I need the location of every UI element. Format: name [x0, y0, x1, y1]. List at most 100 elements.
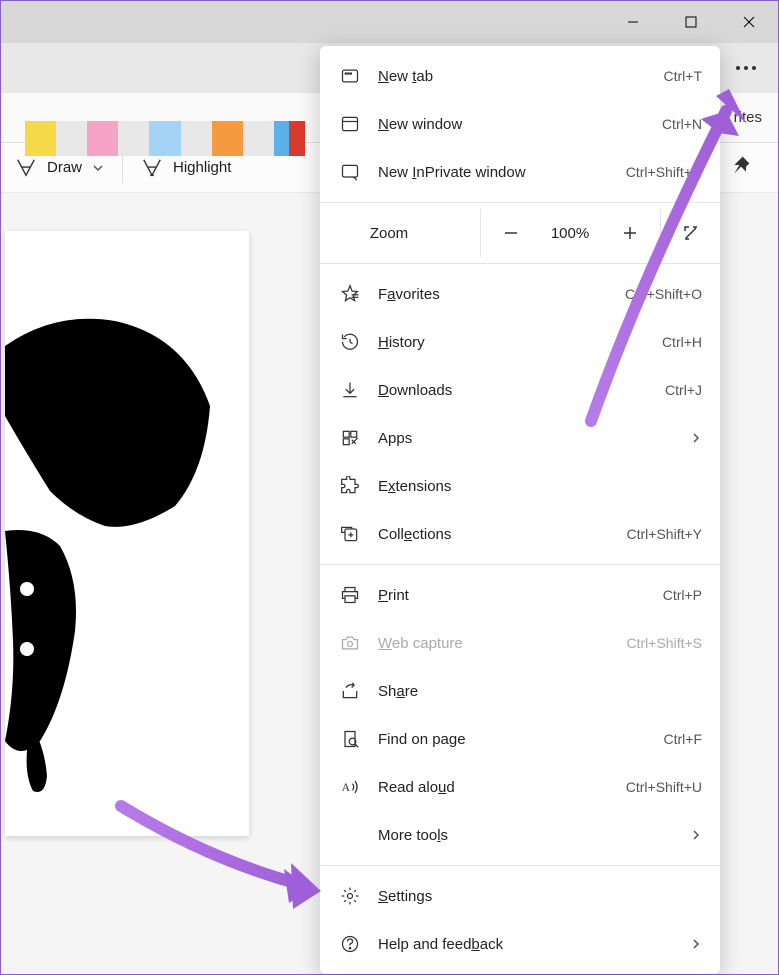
shortcut: Ctrl+Shift+S	[627, 635, 702, 651]
puzzle-icon	[338, 474, 362, 498]
new-tab-icon	[338, 64, 362, 88]
menu-collections[interactable]: Collections Ctrl+Shift+Y	[320, 510, 720, 558]
color-strip	[25, 121, 305, 156]
chevron-down-icon	[92, 162, 104, 174]
color-swatch	[181, 121, 212, 156]
shortcut: Ctrl+H	[662, 334, 702, 350]
menu-print[interactable]: Print Ctrl+P	[320, 571, 720, 619]
menu-more-tools[interactable]: More tools	[320, 811, 720, 859]
color-swatch	[274, 121, 290, 156]
menu-separator	[320, 865, 720, 866]
menu-read-aloud[interactable]: A Read aloud Ctrl+Shift+U	[320, 763, 720, 811]
svg-text:A: A	[342, 781, 351, 794]
apps-icon	[338, 426, 362, 450]
separator	[122, 153, 123, 183]
maximize-button[interactable]	[662, 1, 720, 43]
menu-find[interactable]: Find on page Ctrl+F	[320, 715, 720, 763]
download-icon	[338, 378, 362, 402]
shortcut: Ctrl+Shift+U	[626, 779, 702, 795]
fullscreen-button[interactable]	[660, 209, 720, 257]
favorites-text: rites	[734, 109, 762, 126]
menu-label: Downloads	[378, 382, 649, 399]
menu-label: New tab	[378, 68, 648, 85]
share-icon	[338, 679, 362, 703]
color-swatch	[25, 121, 56, 156]
menu-new-window[interactable]: New window Ctrl+N	[320, 100, 720, 148]
shortcut: Ctrl+T	[664, 68, 703, 84]
window-titlebar	[1, 1, 778, 43]
menu-share[interactable]: Share	[320, 667, 720, 715]
zoom-label: Zoom	[338, 225, 480, 242]
color-swatch	[289, 121, 305, 156]
menu-label: Favorites	[378, 286, 609, 303]
menu-separator	[320, 564, 720, 565]
menu-label: Collections	[378, 526, 611, 543]
menu-label: Apps	[378, 430, 674, 447]
color-swatch	[56, 121, 87, 156]
menu-new-inprivate[interactable]: New InPrivate window Ctrl+Shift+N	[320, 148, 720, 196]
shortcut: Ctrl+Shift+N	[626, 164, 702, 180]
help-icon	[338, 932, 362, 956]
butterfly-image	[5, 231, 249, 836]
window-icon	[338, 112, 362, 136]
document-page	[5, 231, 249, 836]
color-swatch	[87, 121, 118, 156]
zoom-value: 100%	[540, 225, 600, 242]
inprivate-icon	[338, 160, 362, 184]
menu-help[interactable]: Help and feedback	[320, 920, 720, 968]
menu-label: More tools	[378, 827, 674, 844]
read-aloud-icon: A	[338, 775, 362, 799]
menu-favorites[interactable]: Favorites Ctrl+Shift+O	[320, 270, 720, 318]
close-button[interactable]	[720, 1, 778, 43]
shortcut: Ctrl+P	[663, 587, 702, 603]
color-swatch	[243, 121, 274, 156]
history-icon	[338, 330, 362, 354]
menu-web-capture: Web capture Ctrl+Shift+S	[320, 619, 720, 667]
menu-extensions[interactable]: Extensions	[320, 462, 720, 510]
collections-icon	[338, 522, 362, 546]
blank-icon	[338, 823, 362, 847]
color-swatch	[212, 121, 243, 156]
menu-apps[interactable]: Apps	[320, 414, 720, 462]
chevron-right-icon	[690, 829, 702, 841]
menu-label: Extensions	[378, 478, 702, 495]
chevron-right-icon	[690, 432, 702, 444]
menu-zoom: Zoom 100%	[320, 209, 720, 257]
menu-history[interactable]: History Ctrl+H	[320, 318, 720, 366]
minimize-button[interactable]	[604, 1, 662, 43]
print-icon	[338, 583, 362, 607]
find-icon	[338, 727, 362, 751]
more-button[interactable]	[722, 48, 770, 88]
menu-downloads[interactable]: Downloads Ctrl+J	[320, 366, 720, 414]
zoom-out-button[interactable]	[480, 209, 540, 257]
highlight-label: Highlight	[173, 159, 231, 176]
color-swatch	[118, 121, 149, 156]
pin-button[interactable]	[731, 155, 751, 175]
menu-separator	[320, 202, 720, 203]
browser-menu: New tab Ctrl+T New window Ctrl+N New InP…	[320, 46, 720, 974]
menu-label: Share	[378, 683, 702, 700]
menu-label: Settings	[378, 888, 702, 905]
zoom-in-button[interactable]	[600, 209, 660, 257]
shortcut: Ctrl+F	[664, 731, 703, 747]
shortcut: Ctrl+Shift+Y	[627, 526, 702, 542]
menu-settings[interactable]: Settings	[320, 872, 720, 920]
gear-icon	[338, 884, 362, 908]
color-swatch	[149, 121, 180, 156]
shortcut: Ctrl+Shift+O	[625, 286, 702, 302]
menu-label: Find on page	[378, 731, 648, 748]
pen-icon	[15, 157, 37, 179]
menu-label: History	[378, 334, 646, 351]
star-icon	[338, 282, 362, 306]
draw-label: Draw	[47, 159, 82, 176]
menu-label: Read aloud	[378, 779, 610, 796]
camera-icon	[338, 631, 362, 655]
menu-label: New InPrivate window	[378, 164, 610, 181]
menu-label: Print	[378, 587, 647, 604]
menu-label: Web capture	[378, 635, 611, 652]
shortcut: Ctrl+N	[662, 116, 702, 132]
menu-label: Help and feedback	[378, 936, 674, 953]
highlighter-icon	[141, 157, 163, 179]
chevron-right-icon	[690, 938, 702, 950]
menu-new-tab[interactable]: New tab Ctrl+T	[320, 52, 720, 100]
